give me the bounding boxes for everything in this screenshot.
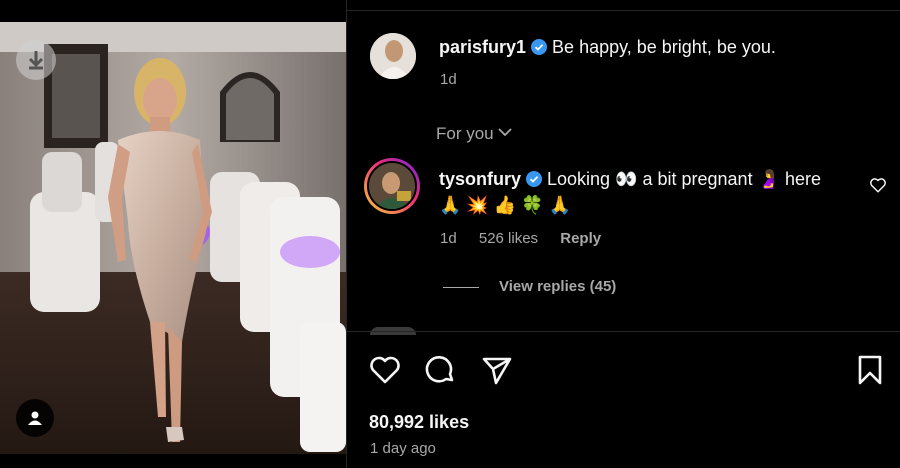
verified-badge-icon [526,171,543,187]
verified-badge-icon [531,39,548,55]
reply-button[interactable]: Reply [560,230,601,247]
post-likes-count[interactable]: 80,992 likes [369,412,469,433]
top-divider [347,10,900,11]
download-button[interactable] [16,40,56,80]
post-photo [0,22,346,454]
chevron-down-icon [498,128,512,137]
share-paper-plane-icon[interactable] [480,353,514,387]
avatar-image [369,163,415,209]
caption-body: Be happy, be bright, be you. [552,37,776,57]
post-media[interactable] [0,22,346,454]
comment-time: 1d [440,230,457,247]
download-icon [28,51,44,70]
comment-like-heart-icon[interactable] [869,176,887,194]
actions-divider [347,331,900,332]
user-icon [28,411,42,425]
comment-text-continued: 🙏 💥 👍 🍀 🙏 [439,195,572,215]
comment-text: tysonfury Looking 👀 a bit pregnant 🤰 here [439,169,821,190]
comment-bubble-icon[interactable] [424,353,458,387]
caption-avatar[interactable] [370,33,416,79]
comment-meta: 1d 526 likes Reply [440,230,619,247]
comment-body: Looking 👀 a bit pregnant 🤰 here [547,169,822,189]
comment-username[interactable]: tysonfury [439,169,521,189]
like-heart-icon[interactable] [368,353,402,387]
caption-username[interactable]: parisfury1 [439,37,526,57]
comment-avatar[interactable] [364,158,420,214]
caption-text: parisfury1 Be happy, be bright, be you. [439,37,776,58]
replies-divider [443,287,479,288]
comment-likes[interactable]: 526 likes [479,230,538,247]
comment-sort-label: For you [436,124,494,143]
user-tags-button[interactable] [16,399,54,437]
save-bookmark-icon[interactable] [853,353,887,387]
view-replies-button[interactable]: View replies (45) [499,278,616,295]
panel-divider [346,0,347,468]
comment-sort-dropdown[interactable]: For you [436,124,512,144]
caption-time: 1d [440,71,457,88]
avatar-image [370,33,416,79]
post-timestamp: 1 day ago [370,440,436,457]
